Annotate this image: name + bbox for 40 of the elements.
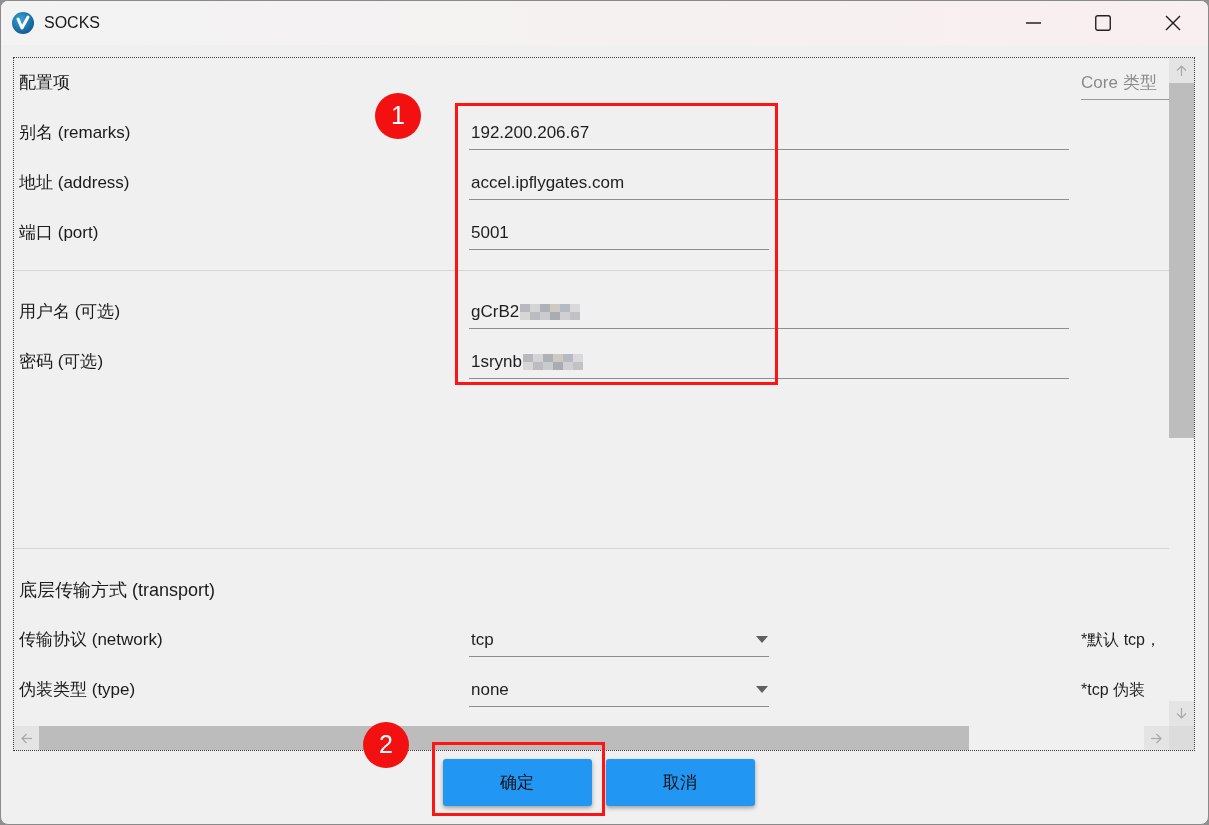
right-arrow-icon bbox=[1151, 732, 1162, 744]
maximize-icon bbox=[1095, 15, 1111, 31]
text-field[interactable]: 1srynb bbox=[469, 345, 1069, 379]
step-marker: 2 bbox=[363, 722, 409, 768]
caret-icon bbox=[756, 686, 768, 693]
text-field[interactable]: 5001 bbox=[469, 216, 769, 250]
field-label: 伪装类型 (type) bbox=[19, 679, 136, 702]
up-arrow-icon bbox=[1176, 65, 1187, 76]
scrollbar-thumb[interactable] bbox=[1169, 83, 1194, 438]
app-logo-icon bbox=[12, 12, 34, 34]
close-icon bbox=[1165, 15, 1181, 31]
confirm-button[interactable]: 确定 bbox=[442, 759, 592, 806]
scroll-up-button[interactable] bbox=[1169, 58, 1194, 83]
field-label: 用户名 (可选) bbox=[19, 301, 121, 324]
scrollbar-corner bbox=[1169, 726, 1194, 750]
field-label: 传输协议 (network) bbox=[19, 629, 163, 652]
hint-text: *tcp 伪装 bbox=[1081, 680, 1145, 700]
field-label: 别名 (remarks) bbox=[19, 122, 131, 145]
step-marker: 1 bbox=[375, 93, 421, 139]
hint-text: *默认 tcp， bbox=[1081, 630, 1161, 650]
minimize-icon bbox=[1025, 22, 1041, 24]
section-heading: 配置项 bbox=[19, 72, 70, 95]
left-arrow-icon bbox=[21, 732, 32, 744]
dropdown-field[interactable]: tcp bbox=[469, 623, 769, 657]
text-field[interactable]: gCrB2 bbox=[469, 295, 1069, 329]
scroll-right-button[interactable] bbox=[1144, 726, 1169, 750]
cancel-button[interactable]: 取消 bbox=[605, 759, 755, 806]
dropdown-field[interactable]: none bbox=[469, 673, 769, 707]
section-heading: 底层传输方式 (transport) bbox=[19, 578, 216, 602]
scroll-down-button[interactable] bbox=[1169, 701, 1194, 726]
core-type-field[interactable]: Core 类型 bbox=[1081, 66, 1169, 100]
field-label: 地址 (address) bbox=[19, 172, 130, 195]
field-label: 端口 (port) bbox=[19, 222, 99, 245]
field-label: 密码 (可选) bbox=[19, 351, 104, 374]
down-arrow-icon bbox=[1176, 708, 1187, 719]
text-field[interactable]: accel.ipflygates.com bbox=[469, 166, 1069, 200]
caret-icon bbox=[756, 636, 768, 643]
text-field[interactable]: 192.200.206.67 bbox=[469, 116, 1069, 150]
scroll-left-button[interactable] bbox=[14, 726, 39, 750]
window-title: SOCKS bbox=[44, 13, 100, 33]
